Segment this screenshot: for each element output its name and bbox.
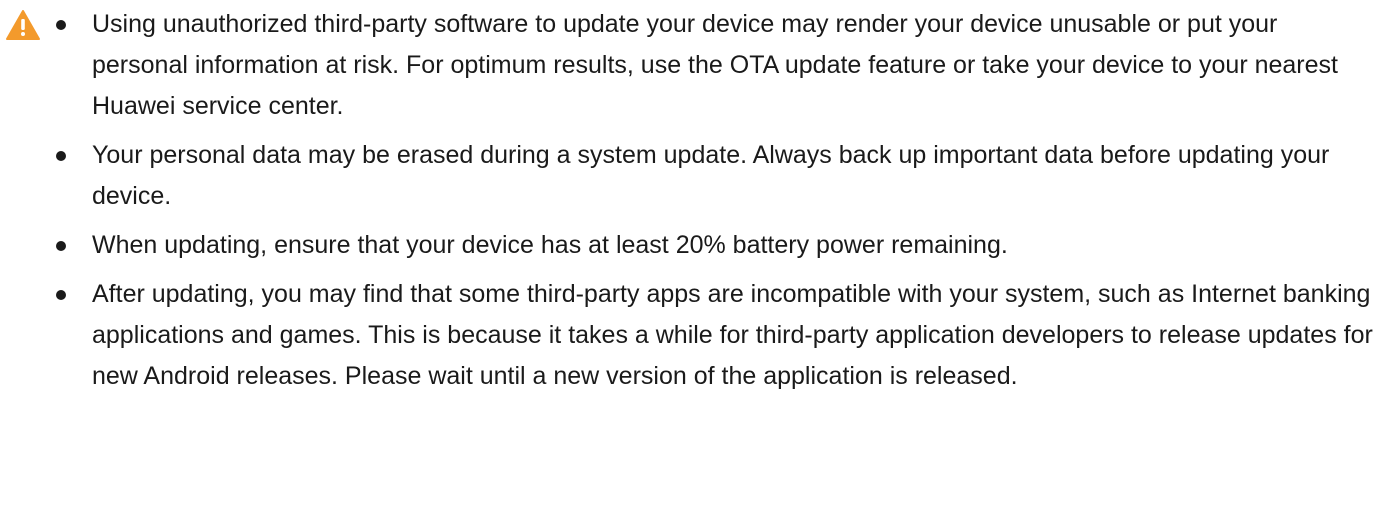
bullet-dot	[56, 151, 66, 161]
bullet-text: Using unauthorized third-party software …	[92, 10, 1338, 120]
bullet-dot	[56, 241, 66, 251]
bullet-text: Your personal data may be erased during …	[92, 141, 1330, 210]
list-item: After updating, you may find that some t…	[56, 274, 1374, 397]
bullet-dot	[56, 20, 66, 30]
notice-bullet-list: Using unauthorized third-party software …	[56, 4, 1374, 405]
bullet-text: When updating, ensure that your device h…	[92, 231, 1008, 259]
warning-notice: Using unauthorized third-party software …	[0, 0, 1377, 526]
list-item: Your personal data may be erased during …	[56, 135, 1374, 217]
bullet-text: After updating, you may find that some t…	[92, 280, 1373, 390]
list-item: When updating, ensure that your device h…	[56, 225, 1374, 266]
bullet-dot	[56, 290, 66, 300]
list-item: Using unauthorized third-party software …	[56, 4, 1374, 127]
warning-triangle-icon	[6, 10, 40, 40]
